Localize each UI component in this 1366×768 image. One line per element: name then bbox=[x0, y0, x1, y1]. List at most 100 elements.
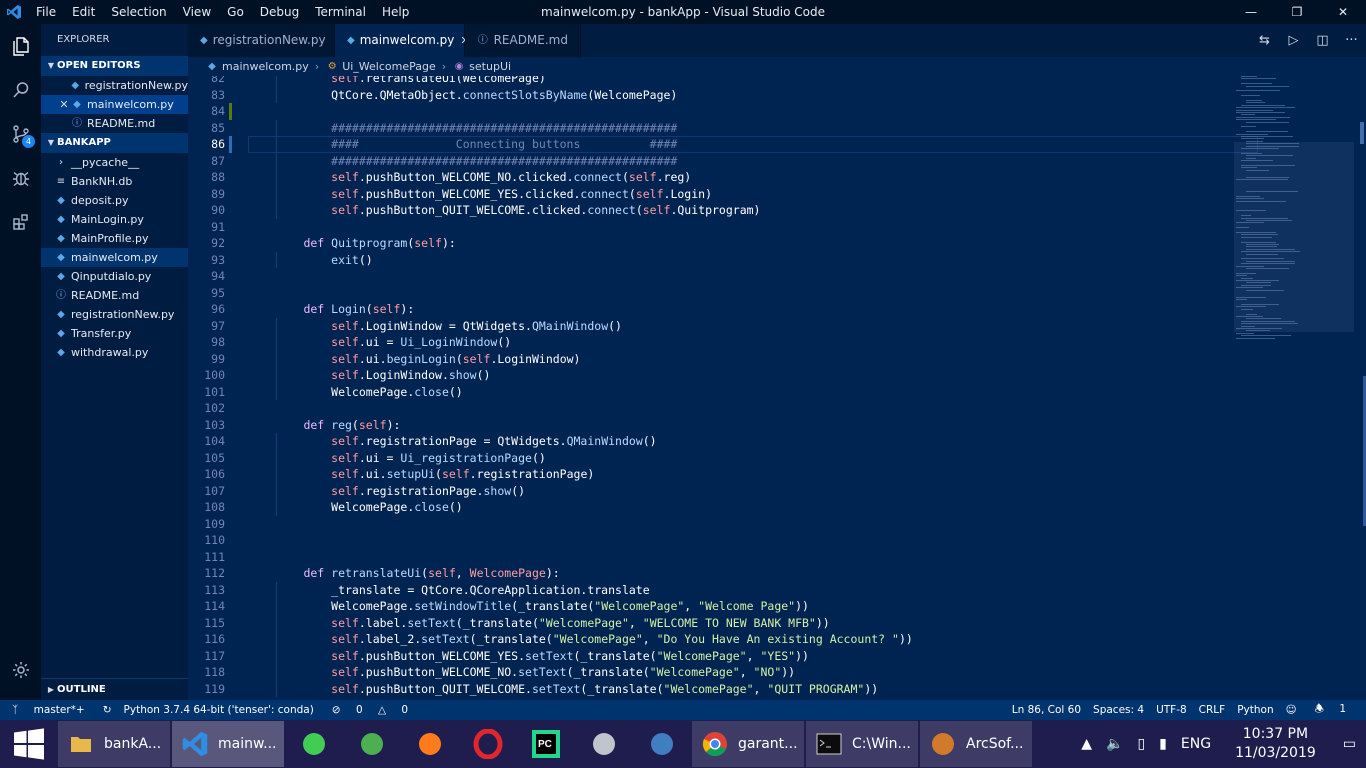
taskbar-app-button[interactable] bbox=[576, 721, 632, 767]
menu-file[interactable]: File bbox=[28, 5, 64, 19]
minimap[interactable] bbox=[1234, 76, 1354, 700]
editor-tab[interactable]: ◆mainwelcom.py✕ bbox=[335, 24, 470, 57]
menu-debug[interactable]: Debug bbox=[252, 5, 307, 19]
code-line[interactable]: 104 self.registrationPage = QtWidgets.QMa… bbox=[188, 433, 1228, 450]
windows-start-icon[interactable] bbox=[0, 720, 58, 768]
code-editor[interactable]: 82 self.retranslateUi(WelcomePage) 83 QtCor… bbox=[188, 76, 1366, 700]
dirty-diff-marker[interactable] bbox=[229, 103, 232, 120]
cursor-position[interactable]: Ln 86, Col 60 bbox=[1006, 704, 1087, 716]
sync-icon[interactable]: ↻ bbox=[97, 704, 118, 716]
code-line[interactable]: 99 self.ui.beginLogin(self.LoginWindow) bbox=[188, 350, 1228, 367]
menu-edit[interactable]: Edit bbox=[64, 5, 103, 19]
code-line[interactable]: 94 bbox=[188, 268, 1228, 285]
indentation-status[interactable]: Spaces: 4 bbox=[1087, 704, 1150, 716]
code-line[interactable]: 115 self.label.setText(_translate("Welcom… bbox=[188, 614, 1228, 631]
scrollbar-thumb[interactable] bbox=[1360, 122, 1364, 144]
breadcrumb-method[interactable]: setupUi bbox=[469, 57, 511, 76]
notification-center-icon[interactable]: ▭ bbox=[1333, 736, 1366, 752]
taskbar-app-button[interactable]: mainw... bbox=[172, 721, 284, 767]
branch-status[interactable]: ᛉ master*+ bbox=[0, 704, 97, 716]
code-line[interactable]: 100 self.LoginWindow.show() bbox=[188, 367, 1228, 384]
taskbar-app-button[interactable]: PC bbox=[518, 721, 574, 767]
encoding-status[interactable]: UTF-8 bbox=[1150, 704, 1193, 716]
battery-icon[interactable]: ▯ bbox=[1130, 736, 1152, 752]
editor-tab[interactable]: ◆ registrationNew.py bbox=[188, 24, 335, 57]
taskbar-app-button[interactable] bbox=[286, 721, 342, 767]
open-editors-header[interactable]: ▼ OPEN EDITORS bbox=[41, 56, 188, 76]
editor-tab[interactable]: ⓘ README.md bbox=[465, 24, 581, 57]
source-control-icon[interactable]: 4 bbox=[0, 112, 41, 156]
code-line[interactable]: 97 self.LoginWindow = QtWidgets.QMainWind… bbox=[188, 317, 1228, 334]
code-line[interactable]: 111 bbox=[188, 549, 1228, 566]
code-line[interactable]: 118 self.pushButton_WELCOME_NO.setText(_t… bbox=[188, 664, 1228, 681]
dirty-diff-marker[interactable] bbox=[229, 136, 232, 153]
code-line[interactable]: 114 WelcomePage.setWindowTitle(_translate… bbox=[188, 598, 1228, 615]
open-editor-item[interactable]: ⓘ README.md bbox=[41, 114, 188, 133]
language-mode[interactable]: Python bbox=[1231, 704, 1279, 716]
code-line[interactable]: 95 bbox=[188, 285, 1228, 302]
search-icon[interactable] bbox=[0, 68, 41, 112]
notifications-status[interactable]: 🕭 1 bbox=[1303, 701, 1358, 719]
file-tree-item[interactable]: ◆ Qinputdialo.py bbox=[41, 267, 188, 286]
menu-view[interactable]: View bbox=[175, 5, 219, 19]
code-line[interactable]: 109 bbox=[188, 516, 1228, 533]
code-line[interactable]: 117 self.pushButton_WELCOME_YES.setText(_… bbox=[188, 647, 1228, 664]
file-tree-item[interactable]: ◆ MainProfile.py bbox=[41, 229, 188, 248]
code-line[interactable]: 108 WelcomePage.close() bbox=[188, 499, 1228, 516]
code-line[interactable]: 91 bbox=[188, 219, 1228, 236]
code-line[interactable]: 88 self.pushButton_WELCOME_NO.clicked.con… bbox=[188, 169, 1228, 186]
bankapp-header[interactable]: ▼ BANKAPP bbox=[41, 133, 188, 153]
more-actions-icon[interactable]: ··· bbox=[1337, 33, 1366, 48]
settings-gear-icon[interactable] bbox=[0, 648, 41, 692]
minimize-button[interactable]: — bbox=[1228, 0, 1274, 24]
volume-icon[interactable]: 🔈 bbox=[1099, 736, 1130, 752]
file-tree-item[interactable]: ◆ mainwelcom.py bbox=[41, 248, 188, 267]
breadcrumb-class[interactable]: Ui_WelcomePage bbox=[342, 57, 436, 76]
file-tree-item[interactable]: ≡ BankNH.db bbox=[41, 172, 188, 191]
compare-changes-icon[interactable]: ⇆ bbox=[1250, 33, 1279, 48]
outline-header[interactable]: ▶ OUTLINE bbox=[41, 678, 188, 700]
menu-selection[interactable]: Selection bbox=[103, 5, 174, 19]
code-line[interactable]: 103 def reg(self): bbox=[188, 417, 1228, 434]
file-tree-item[interactable]: ◆ deposit.py bbox=[41, 191, 188, 210]
menu-go[interactable]: Go bbox=[219, 5, 252, 19]
menu-terminal[interactable]: Terminal bbox=[307, 5, 374, 19]
problems-status[interactable]: ⊘ 0 △ 0 bbox=[320, 704, 420, 716]
menu-help[interactable]: Help bbox=[374, 5, 417, 19]
code-line[interactable]: 107 self.registrationPage.show() bbox=[188, 482, 1228, 499]
code-line[interactable]: 110 bbox=[188, 532, 1228, 549]
run-icon[interactable]: ▷ bbox=[1279, 33, 1308, 48]
vscode-logo-icon[interactable] bbox=[0, 0, 28, 24]
explorer-icon[interactable] bbox=[0, 24, 41, 68]
code-line[interactable]: 113 _translate = QtCore.QCoreApplication.… bbox=[188, 581, 1228, 598]
code-line[interactable]: 112 def retranslateUi(self, WelcomePage): bbox=[188, 565, 1228, 582]
taskbar-app-button[interactable]: bankA... bbox=[58, 721, 170, 767]
close-icon[interactable]: ✕ bbox=[58, 95, 70, 114]
interpreter-status[interactable]: Python 3.7.4 64-bit ('tenser': conda) bbox=[118, 704, 320, 716]
maximize-button[interactable]: ❐ bbox=[1274, 0, 1320, 24]
file-tree-item[interactable]: ◆ Transfer.py bbox=[41, 324, 188, 343]
tray-overflow-icon[interactable]: ▲ bbox=[1074, 736, 1099, 752]
code-line[interactable]: 106 self.ui.setupUi(self.registrationPage… bbox=[188, 466, 1228, 483]
open-editor-item[interactable]: ◆ registrationNew.py bbox=[41, 76, 188, 95]
code-line[interactable]: 85 ######################################… bbox=[188, 119, 1228, 136]
taskbar-app-button[interactable] bbox=[634, 721, 690, 767]
vertical-scrollbar[interactable] bbox=[1356, 76, 1366, 700]
eol-status[interactable]: CRLF bbox=[1193, 704, 1232, 716]
code-line[interactable]: 102 bbox=[188, 400, 1228, 417]
taskbar-app-button[interactable] bbox=[460, 721, 516, 767]
input-language[interactable]: ENG bbox=[1174, 736, 1218, 752]
code-line[interactable]: 84 bbox=[188, 103, 1228, 120]
taskbar-app-button[interactable]: garant... bbox=[692, 721, 804, 767]
file-tree-item[interactable]: ◆ registrationNew.py bbox=[41, 305, 188, 324]
clock[interactable]: 10:37 PM 11/03/2019 bbox=[1218, 725, 1333, 763]
code-line[interactable]: 93 exit() bbox=[188, 251, 1228, 268]
file-tree-item[interactable]: ◆ withdrawal.py bbox=[41, 343, 188, 362]
debug-icon[interactable] bbox=[0, 156, 41, 200]
file-tree-item[interactable]: › __pycache__ bbox=[41, 153, 188, 172]
code-line[interactable]: 82 self.retranslateUi(WelcomePage) bbox=[188, 76, 1228, 87]
code-line[interactable]: 119 self.pushButton_QUIT_WELCOME.setText(… bbox=[188, 680, 1228, 697]
file-tree-item[interactable]: ⓘ README.md bbox=[41, 286, 188, 305]
file-tree-item[interactable]: ◆ MainLogin.py bbox=[41, 210, 188, 229]
breadcrumb-file[interactable]: mainwelcom.py bbox=[222, 57, 309, 76]
